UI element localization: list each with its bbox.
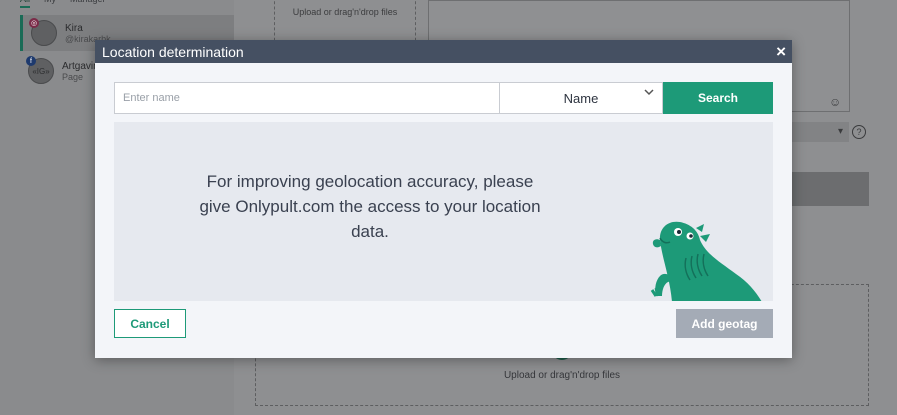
modal-header: Location determination ×: [95, 40, 792, 63]
location-search-row: Name Search: [114, 82, 773, 114]
cancel-button[interactable]: Cancel: [114, 309, 186, 338]
close-icon[interactable]: ×: [776, 43, 786, 60]
location-modal: Location determination × Name Search For…: [95, 40, 792, 358]
tab-my[interactable]: My: [44, 0, 56, 8]
avatar: f «IG»: [26, 56, 54, 84]
capybara-illustration: [650, 221, 762, 301]
search-type-select[interactable]: Name: [499, 82, 663, 114]
tab-manager[interactable]: Manager: [70, 0, 106, 8]
account-name: Kira: [65, 22, 83, 34]
account-tabs: All My Manager: [20, 0, 106, 8]
geolocation-message: For improving geolocation accuracy, plea…: [199, 172, 541, 241]
options-select[interactable]: ▾: [792, 122, 849, 142]
action-bar: [792, 172, 869, 206]
account-name: Artgavin: [62, 60, 99, 72]
upload-text: Upload or drag'n'drop files: [503, 370, 621, 381]
search-button[interactable]: Search: [663, 82, 773, 114]
emoji-icon[interactable]: ☺: [829, 95, 841, 109]
facebook-icon: f: [26, 56, 36, 66]
location-info-panel: For improving geolocation accuracy, plea…: [114, 122, 773, 301]
search-type-value: Name: [563, 90, 599, 106]
help-icon[interactable]: ?: [852, 125, 866, 139]
account-handle: Page: [62, 71, 84, 82]
location-name-input[interactable]: [114, 82, 499, 114]
avatar: ◎: [29, 18, 57, 46]
add-geotag-button[interactable]: Add geotag: [676, 309, 773, 338]
avatar-text: «IG»: [32, 66, 50, 76]
modal-title: Location determination: [102, 43, 244, 60]
chevron-down-icon: [644, 88, 654, 99]
tab-all[interactable]: All: [20, 0, 31, 8]
instagram-icon: ◎: [29, 18, 39, 28]
